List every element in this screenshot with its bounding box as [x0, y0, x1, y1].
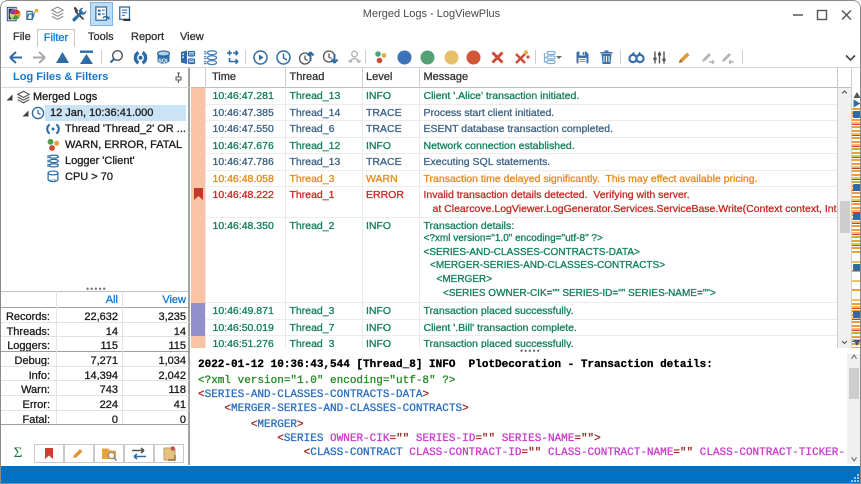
- svg-text:SQL: SQL: [49, 178, 58, 183]
- svg-text:SQL: SQL: [158, 59, 170, 65]
